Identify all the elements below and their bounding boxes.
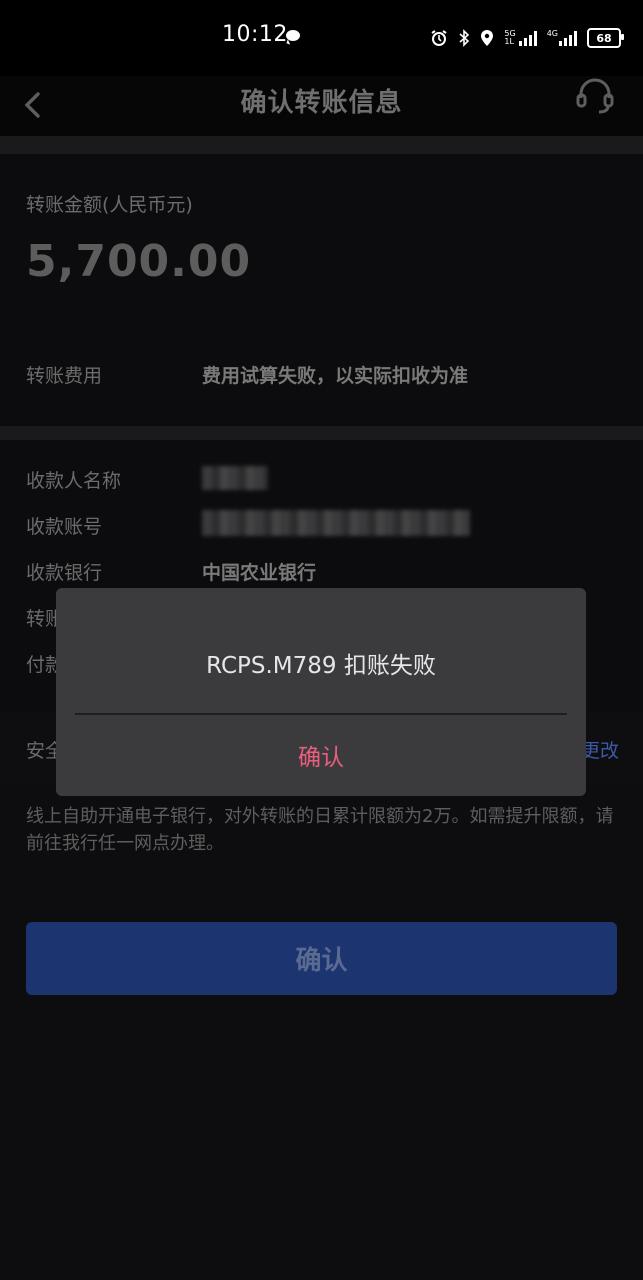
battery-icon: 68 — [587, 28, 624, 48]
limit-notice: 线上自助开通电子银行，对外转账的日累计限额为2万。如需提升限额，请前往我行任一网… — [26, 806, 614, 854]
amount-card: 转账金额(人民币元) 5,700.00 转账费用 费用试算失败，以实际扣收为准 — [0, 154, 643, 426]
status-time: 10:12 — [222, 22, 288, 47]
dialog-message: RCPS.M789 扣账失败 — [206, 653, 436, 679]
signal-5g-icon: 5G 1L — [504, 30, 537, 46]
divider — [0, 426, 643, 440]
alarm-icon — [430, 29, 448, 47]
security-change-link[interactable]: 更改 — [581, 736, 619, 763]
location-icon — [480, 29, 494, 47]
payee-bank-value: 中国农业银行 — [202, 562, 317, 584]
divider — [0, 136, 643, 154]
status-bar: 10:12 5G 1L 4G 68 — [0, 0, 643, 76]
amount-value: 5,700.00 — [26, 236, 252, 287]
confirm-button[interactable]: 确认 — [26, 922, 617, 995]
network-type-4g: 4G — [546, 29, 558, 38]
fee-label: 转账费用 — [26, 365, 103, 387]
customer-service-icon[interactable] — [575, 76, 615, 116]
error-dialog: RCPS.M789 扣账失败 确认 — [56, 588, 586, 796]
dialog-divider — [75, 713, 567, 715]
page-title: 确认转账信息 — [240, 88, 403, 118]
dialog-confirm-button[interactable]: 确认 — [56, 718, 586, 792]
amount-label: 转账金额(人民币元) — [26, 194, 193, 216]
payee-name-label: 收款人名称 — [26, 470, 122, 492]
fee-value: 费用试算失败，以实际扣收为准 — [202, 365, 469, 387]
bluetooth-icon — [458, 29, 470, 47]
signal-4g-icon: 4G — [547, 30, 577, 46]
payee-account-label: 收款账号 — [26, 516, 103, 538]
status-icons: 5G 1L 4G 68 — [430, 24, 624, 52]
message-icon — [286, 30, 300, 41]
payee-name-redacted — [202, 466, 268, 490]
payee-account-redacted — [202, 510, 470, 536]
network-type-sub: 1L — [504, 37, 514, 46]
header-bar: 确认转账信息 — [0, 76, 643, 136]
payee-bank-label: 收款银行 — [26, 562, 103, 584]
battery-level: 68 — [596, 31, 612, 45]
